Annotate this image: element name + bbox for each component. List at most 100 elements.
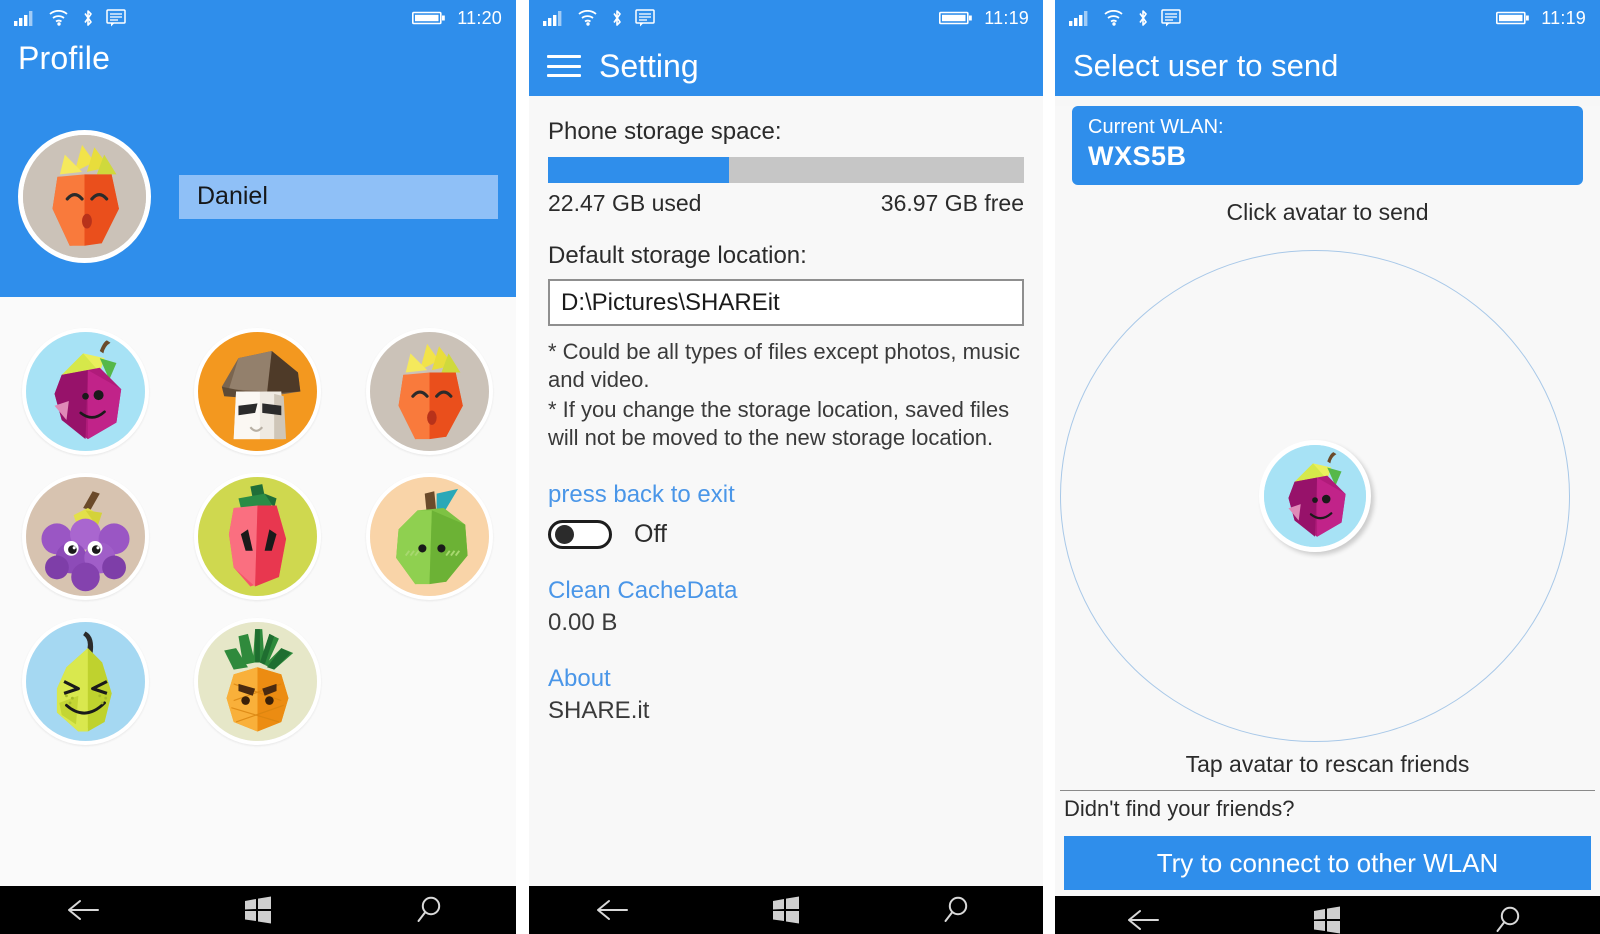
avatar-cell	[344, 464, 516, 609]
page-title: Setting	[599, 47, 699, 84]
nav-home-button[interactable]	[1292, 896, 1362, 934]
carrot-icon	[370, 332, 490, 451]
phone-panel-setting: 11:19 Setting Phone storage space: 22.47…	[529, 0, 1043, 934]
status-icons-right: 11:19	[939, 8, 1029, 29]
storage-location-value: D:\Pictures\SHAREit	[561, 288, 780, 316]
pear-icon	[26, 622, 146, 741]
windows-icon	[245, 896, 271, 924]
avatar-chooser-grid	[0, 297, 516, 886]
nav-back-button[interactable]	[51, 886, 121, 934]
grapes-icon	[26, 477, 146, 596]
nav-back-button[interactable]	[580, 886, 650, 934]
windows-icon	[1314, 906, 1341, 934]
battery-icon	[1496, 10, 1530, 26]
avatar-option-pear[interactable]	[22, 618, 150, 745]
screenshot-stage: 11:20 Profile Daniel 11:19 Setting Phone…	[0, 0, 1600, 934]
message-icon	[1161, 9, 1181, 27]
hamburger-menu-icon[interactable]	[547, 55, 581, 77]
avatar-option-eggplant[interactable]	[22, 328, 150, 455]
press-back-to-exit-link[interactable]: press back to exit	[548, 481, 1024, 509]
message-icon	[106, 9, 126, 27]
nav-search-button[interactable]	[395, 886, 465, 934]
storage-location-input[interactable]: D:\Pictures\SHAREit	[548, 279, 1024, 326]
self-avatar[interactable]	[1259, 440, 1371, 552]
storage-note-1: * Could be all types of files except pho…	[548, 339, 1021, 393]
windows-icon	[772, 896, 799, 924]
carrot-avatar-icon	[23, 135, 146, 258]
signal-icon	[1069, 10, 1091, 26]
status-icons-left	[14, 9, 126, 27]
current-wlan-label: Current WLAN:	[1088, 116, 1224, 138]
avatar-cell	[172, 464, 344, 609]
page-title: Profile	[18, 40, 111, 76]
back-icon	[1127, 910, 1159, 930]
nav-home-button[interactable]	[751, 886, 821, 934]
pineapple-icon	[198, 622, 318, 741]
nav-home-button[interactable]	[223, 886, 293, 934]
avatar-row	[0, 609, 516, 754]
title-bar-select-user: Select user to send	[1055, 36, 1600, 96]
back-icon	[596, 900, 628, 920]
avatar-cell	[0, 609, 172, 754]
avatar-cell	[0, 464, 172, 609]
bluetooth-icon	[611, 9, 623, 27]
search-icon	[1496, 906, 1520, 932]
status-icons-left	[1069, 9, 1181, 27]
current-wlan-card[interactable]: Current WLAN: WXS5B	[1072, 106, 1583, 185]
nav-back-button[interactable]	[1111, 896, 1181, 934]
settings-content: Phone storage space: 22.47 GB used 36.97…	[529, 96, 1043, 886]
avatar-option-pineapple[interactable]	[194, 618, 322, 745]
nav-search-button[interactable]	[1474, 896, 1544, 934]
connect-other-wlan-button[interactable]: Try to connect to other WLAN	[1064, 836, 1591, 890]
status-icons-right: 11:20	[412, 8, 502, 29]
storage-note-2: * If you change the storage location, sa…	[548, 397, 1010, 451]
avatar-cell	[344, 609, 516, 754]
title-bar-setting: Setting	[529, 36, 1043, 96]
toggle-knob	[555, 524, 574, 544]
bluetooth-icon	[1137, 9, 1149, 27]
storage-bar-fill	[548, 157, 729, 183]
signal-icon	[543, 10, 565, 26]
status-bar: 11:20	[0, 0, 516, 36]
pepper-icon	[198, 477, 318, 596]
clean-cache-link[interactable]: Clean CacheData	[548, 577, 1024, 605]
battery-icon	[412, 10, 446, 26]
wifi-icon	[577, 10, 599, 26]
about-link[interactable]: About	[548, 665, 1024, 693]
avatar-cell	[344, 319, 516, 464]
status-time: 11:20	[457, 7, 502, 28]
back-exit-toggle[interactable]	[548, 519, 612, 549]
location-label: Default storage location:	[548, 242, 807, 269]
storage-free-label: 36.97 GB free	[880, 190, 1024, 216]
status-icons-left	[543, 9, 655, 27]
storage-legend: 22.47 GB used 36.97 GB free	[548, 190, 1024, 217]
system-nav-bar	[529, 886, 1043, 934]
avatar-option-apple[interactable]	[366, 473, 494, 600]
avatar-cell	[172, 609, 344, 754]
avatar-option-pepper[interactable]	[194, 473, 322, 600]
status-bar: 11:19	[1055, 0, 1600, 36]
avatar-row	[0, 319, 516, 464]
avatar-row	[0, 464, 516, 609]
about-block: About SHARE.it	[548, 665, 1024, 725]
system-nav-bar	[1055, 896, 1600, 934]
mushroom-icon	[198, 332, 318, 451]
nav-search-button[interactable]	[922, 886, 992, 934]
current-avatar[interactable]	[18, 130, 151, 263]
title-bar-profile: Profile	[0, 36, 516, 96]
status-bar: 11:19	[529, 0, 1043, 36]
status-icons-right: 11:19	[1496, 8, 1586, 29]
toggle-state-label: Off	[634, 519, 667, 548]
phone-panel-select-user: 11:19 Select user to send Current WLAN: …	[1055, 0, 1600, 934]
battery-icon	[939, 10, 973, 26]
phone-panel-profile: 11:20 Profile Daniel	[0, 0, 516, 934]
avatar-option-carrot[interactable]	[366, 328, 494, 455]
radar-circle	[1060, 250, 1570, 742]
avatar-option-mushroom[interactable]	[194, 328, 322, 455]
select-user-content: Current WLAN: WXS5B Click avatar to send	[1055, 106, 1600, 896]
storage-label: Phone storage space:	[548, 118, 782, 145]
avatar-option-grapes[interactable]	[22, 473, 150, 600]
search-icon	[944, 896, 968, 922]
profile-name-value: Daniel	[197, 182, 268, 210]
profile-name-input[interactable]: Daniel	[179, 174, 498, 219]
